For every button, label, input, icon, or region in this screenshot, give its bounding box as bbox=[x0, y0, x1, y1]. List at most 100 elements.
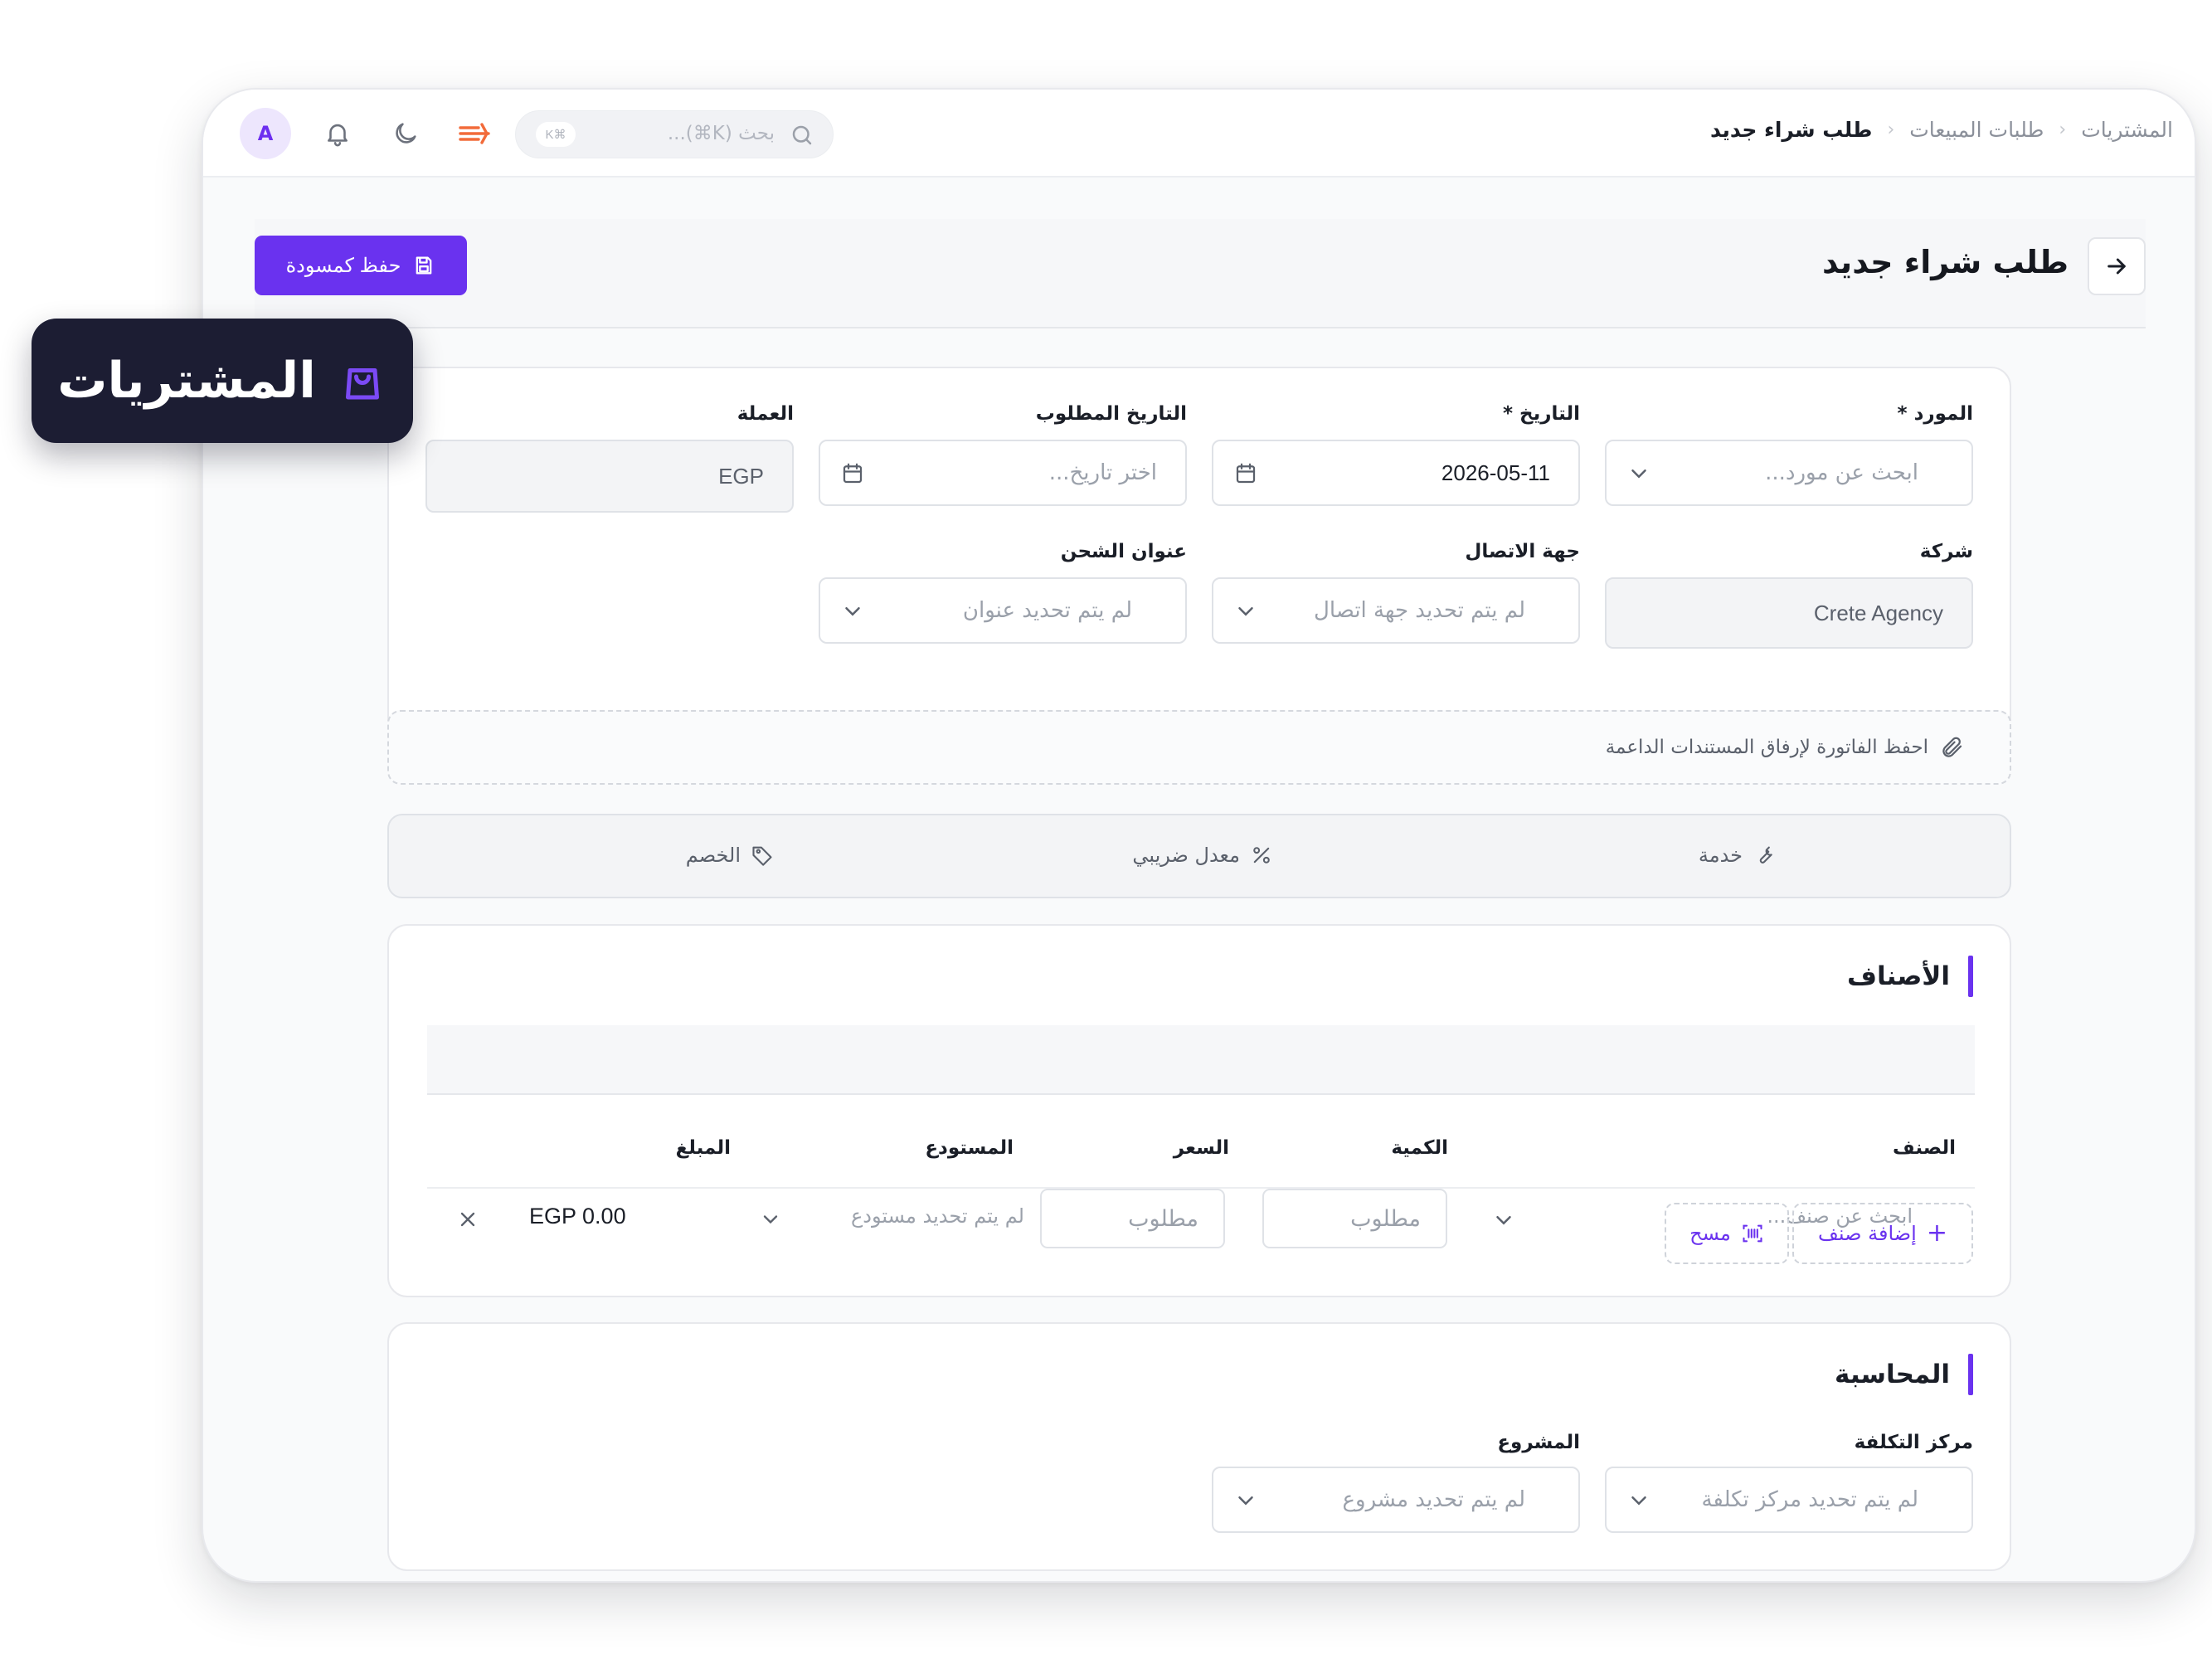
chevron-left-icon: ‹ bbox=[1887, 119, 1895, 140]
shipping-placeholder: لم يتم تحديد عنوان bbox=[962, 598, 1132, 623]
save-draft-label: حفظ كمسودة bbox=[285, 254, 401, 277]
column-quantity: الكمية bbox=[1391, 1137, 1448, 1159]
calendar-icon bbox=[1236, 463, 1256, 484]
breadcrumb-item-purchases[interactable]: المشتريات bbox=[2081, 118, 2173, 142]
chevron-down-icon bbox=[845, 607, 860, 616]
discount-option[interactable]: الخصم bbox=[686, 844, 774, 867]
tag-icon bbox=[752, 846, 772, 866]
contact-label: جهة الاتصال bbox=[1465, 541, 1580, 562]
column-price: السعر bbox=[1173, 1137, 1229, 1159]
accounting-title: المحاسبة bbox=[1835, 1360, 1950, 1389]
required-date-input[interactable]: اختر تاريخ... bbox=[819, 440, 1187, 506]
chevron-down-icon bbox=[1238, 1496, 1253, 1506]
supplier-select[interactable]: ابحث عن مورد... bbox=[1605, 440, 1973, 506]
price-placeholder: مطلوب bbox=[1128, 1205, 1198, 1232]
project-placeholder: لم يتم تحديد مشروع bbox=[1342, 1487, 1526, 1512]
shipping-label: عنوان الشحن bbox=[1060, 541, 1187, 562]
chevron-down-icon bbox=[1238, 607, 1253, 616]
top-bar: A K⌘ بحث (K⌘)... المشتريات ‹ طلبات المبي… bbox=[203, 90, 2195, 178]
shopping-bag-icon bbox=[345, 368, 379, 400]
breadcrumb-current: طلب شراء جديد bbox=[1710, 118, 1873, 142]
service-label: خدمة bbox=[1698, 844, 1743, 867]
barcode-scan-icon bbox=[1743, 1224, 1762, 1243]
required-date-placeholder: اختر تاريخ... bbox=[1048, 460, 1157, 485]
items-title: الأصناف bbox=[1847, 961, 1950, 991]
search-box[interactable]: K⌘ بحث (K⌘)... bbox=[515, 110, 834, 158]
column-item: الصنف bbox=[1893, 1137, 1956, 1159]
tax-rate-label: معدل ضريبي bbox=[1132, 844, 1240, 867]
back-button[interactable] bbox=[2088, 237, 2146, 295]
avatar[interactable]: A bbox=[240, 108, 291, 159]
calendar-icon bbox=[843, 463, 863, 484]
app-window: A K⌘ بحث (K⌘)... المشتريات ‹ طلبات المبي… bbox=[202, 88, 2196, 1583]
contact-placeholder: لم يتم تحديد جهة اتصال bbox=[1313, 598, 1525, 623]
service-option[interactable]: خدمة bbox=[1699, 844, 1776, 867]
section-accent-bar bbox=[1968, 956, 1973, 997]
accounting-card: المحاسبة مركز التكلفة لم يتم تحديد مركز … bbox=[387, 1322, 2011, 1571]
company-label: شركة bbox=[1919, 541, 1973, 562]
company-value: Crete Agency bbox=[1813, 600, 1943, 625]
search-icon bbox=[792, 125, 812, 145]
date-label: التاريخ * bbox=[1502, 403, 1580, 425]
chevron-left-icon: ‹ bbox=[2059, 119, 2067, 140]
close-icon[interactable] bbox=[456, 1208, 479, 1231]
items-section-title: الأصناف bbox=[1847, 956, 1973, 997]
warehouse-placeholder: لم يتم تحديد مستودع bbox=[850, 1204, 1024, 1228]
wrench-icon bbox=[1759, 846, 1772, 864]
company-field: Crete Agency bbox=[1605, 577, 1973, 649]
supplier-label: المورد * bbox=[1897, 403, 1973, 425]
project-label: المشروع bbox=[1497, 1432, 1580, 1453]
moon-icon[interactable] bbox=[387, 115, 424, 152]
cost-center-select[interactable]: لم يتم تحديد مركز تكلفة bbox=[1605, 1467, 1973, 1533]
search-placeholder: بحث (K⌘)... bbox=[667, 123, 775, 144]
chevron-down-icon bbox=[1631, 1496, 1646, 1506]
paperclip-icon bbox=[1942, 737, 1962, 757]
cost-center-label: مركز التكلفة bbox=[1854, 1432, 1973, 1453]
supplier-placeholder: ابحث عن مورد... bbox=[1765, 460, 1918, 485]
accounting-section-title: المحاسبة bbox=[1835, 1354, 1973, 1395]
page-title: طلب شراء جديد bbox=[1821, 244, 2069, 280]
save-icon bbox=[416, 256, 432, 275]
attachment-notice: احفظ الفاتورة لإرفاق المستندات الداعمة bbox=[387, 710, 2011, 785]
column-warehouse: المستودع bbox=[925, 1137, 1014, 1159]
chevron-down-icon[interactable] bbox=[1491, 1208, 1516, 1233]
purchases-badge: المشتريات bbox=[32, 319, 413, 443]
warehouse-select[interactable]: لم يتم تحديد مستودع bbox=[767, 1204, 1024, 1228]
discount-label: الخصم bbox=[685, 844, 741, 867]
price-input[interactable]: مطلوب bbox=[1040, 1189, 1225, 1248]
search-shortcut-badge: K⌘ bbox=[536, 122, 576, 147]
scan-button[interactable]: مسح bbox=[1665, 1203, 1789, 1264]
date-value: 2026-05-11 bbox=[1441, 460, 1550, 485]
add-item-button[interactable]: + إضافة صنف bbox=[1792, 1203, 1973, 1264]
shipping-select[interactable]: لم يتم تحديد عنوان bbox=[819, 577, 1187, 644]
section-accent-bar bbox=[1968, 1354, 1973, 1395]
options-bar: خدمة معدل ضريبي الخصم bbox=[387, 814, 2011, 898]
items-table-header bbox=[427, 1025, 1975, 1095]
chevron-down-icon[interactable] bbox=[759, 1208, 782, 1231]
tax-rate-option[interactable]: معدل ضريبي bbox=[1132, 844, 1273, 867]
attachment-text: احفظ الفاتورة لإرفاق المستندات الداعمة bbox=[1605, 737, 1928, 758]
percent-icon bbox=[1253, 847, 1270, 864]
bell-icon[interactable] bbox=[319, 115, 356, 152]
row-amount: EGP 0.00 bbox=[529, 1204, 626, 1228]
required-date-label: التاريخ المطلوب bbox=[1035, 403, 1187, 425]
brand-logo-icon[interactable] bbox=[457, 115, 493, 152]
arrow-right-icon bbox=[2107, 258, 2126, 275]
cost-center-placeholder: لم يتم تحديد مركز تكلفة bbox=[1701, 1487, 1918, 1512]
quantity-placeholder: مطلوب bbox=[1350, 1205, 1421, 1232]
contact-select[interactable]: لم يتم تحديد جهة اتصال bbox=[1212, 577, 1580, 644]
date-input[interactable]: 2026-05-11 bbox=[1212, 440, 1580, 506]
scan-label: مسح bbox=[1689, 1222, 1731, 1245]
column-amount: المبلغ bbox=[675, 1137, 731, 1159]
save-draft-button[interactable]: حفظ كمسودة bbox=[255, 236, 467, 295]
badge-label: المشتريات bbox=[57, 352, 316, 410]
plus-icon: + bbox=[1926, 1219, 1947, 1248]
breadcrumb-item-sales-orders[interactable]: طلبات المبيعات bbox=[1909, 118, 2044, 142]
project-select[interactable]: لم يتم تحديد مشروع bbox=[1212, 1467, 1580, 1533]
currency-label: العملة bbox=[737, 403, 794, 425]
breadcrumb: المشتريات ‹ طلبات المبيعات ‹ طلب شراء جد… bbox=[1710, 118, 2173, 142]
currency-field: EGP bbox=[425, 440, 794, 513]
chevron-down-icon bbox=[1631, 469, 1646, 479]
quantity-input[interactable]: مطلوب bbox=[1262, 1189, 1447, 1248]
add-item-label: إضافة صنف bbox=[1818, 1222, 1917, 1245]
